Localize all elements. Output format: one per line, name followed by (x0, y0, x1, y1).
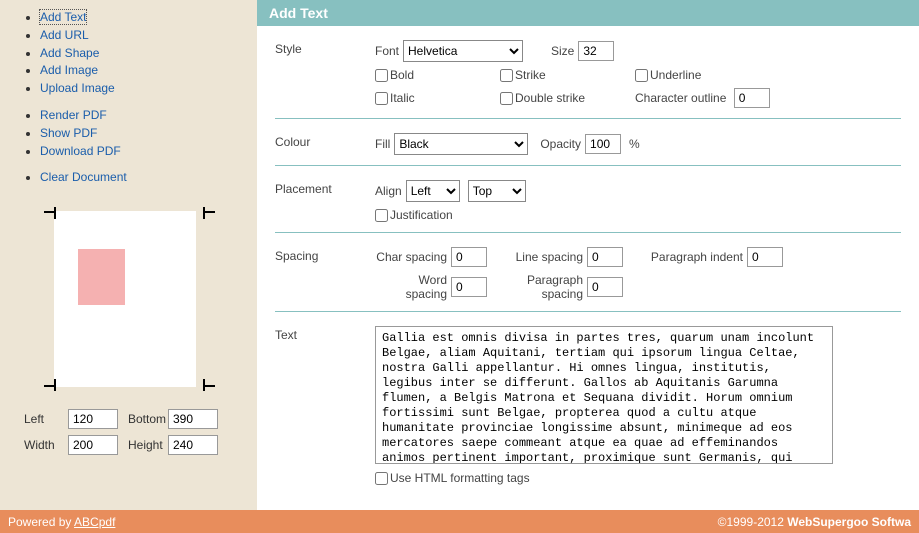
double-strike-checkbox[interactable] (500, 92, 513, 105)
preview-area (36, 211, 241, 387)
text-textarea[interactable] (375, 326, 833, 464)
size-input[interactable] (578, 41, 614, 61)
align-v-select[interactable]: Top (468, 180, 526, 202)
width-label: Width (24, 438, 68, 452)
html-tags-checkbox[interactable] (375, 472, 388, 485)
para-spacing-label: Paragraph spacing (487, 273, 583, 301)
bold-checkbox[interactable] (375, 69, 388, 82)
double-strike-label: Double strike (515, 91, 585, 105)
preview-rect (78, 249, 125, 305)
bottom-input[interactable] (168, 409, 218, 429)
justification-checkbox[interactable] (375, 209, 388, 222)
placement-section-label: Placement (275, 180, 375, 222)
nav-show-pdf[interactable]: Show PDF (40, 126, 97, 140)
nav-add-shape[interactable]: Add Shape (40, 46, 99, 60)
sidebar: Add Text Add URL Add Shape Add Image Upl… (0, 0, 257, 510)
opacity-label: Opacity (540, 137, 581, 151)
char-spacing-label: Char spacing (375, 250, 447, 264)
left-input[interactable] (68, 409, 118, 429)
bold-label: Bold (390, 68, 414, 82)
opacity-input[interactable] (585, 134, 621, 154)
outline-input[interactable] (734, 88, 770, 108)
nav-upload-image[interactable]: Upload Image (40, 81, 115, 95)
font-select[interactable]: Helvetica (403, 40, 523, 62)
style-section-label: Style (275, 40, 375, 108)
align-label: Align (375, 184, 402, 198)
align-h-select[interactable]: Left (406, 180, 460, 202)
powered-by-link[interactable]: ABCpdf (74, 515, 115, 529)
italic-checkbox[interactable] (375, 92, 388, 105)
width-input[interactable] (68, 435, 118, 455)
underline-label: Underline (650, 68, 701, 82)
coords-panel: Left Bottom Width Height (24, 409, 257, 455)
colour-section-label: Colour (275, 133, 375, 155)
crop-corner-bl (42, 379, 56, 393)
crop-corner-tl (42, 205, 56, 219)
nav-clear-document[interactable]: Clear Document (40, 170, 127, 184)
copyright: ©1999-2012 (718, 515, 788, 529)
spacing-section-label: Spacing (275, 247, 375, 301)
height-label: Height (128, 438, 168, 452)
fill-label: Fill (375, 137, 390, 151)
line-spacing-label: Line spacing (487, 250, 583, 264)
bottom-label: Bottom (128, 412, 168, 426)
crop-corner-br (203, 379, 217, 393)
para-indent-input[interactable] (747, 247, 783, 267)
para-indent-label: Paragraph indent (623, 250, 743, 264)
para-spacing-input[interactable] (587, 277, 623, 297)
height-input[interactable] (168, 435, 218, 455)
powered-by-prefix: Powered by (8, 515, 74, 529)
underline-checkbox[interactable] (635, 69, 648, 82)
font-label: Font (375, 44, 399, 58)
justification-label: Justification (390, 208, 453, 222)
word-spacing-label: Word spacing (375, 273, 447, 301)
line-spacing-input[interactable] (587, 247, 623, 267)
opacity-pct: % (629, 137, 640, 151)
outline-label: Character outline (635, 91, 726, 105)
nav-render-pdf[interactable]: Render PDF (40, 108, 107, 122)
left-label: Left (24, 412, 68, 426)
text-section-label: Text (275, 326, 375, 485)
company-name: WebSupergoo Softwa (787, 515, 911, 529)
strike-label: Strike (515, 68, 546, 82)
nav-add-text[interactable]: Add Text (40, 10, 86, 24)
nav-add-url[interactable]: Add URL (40, 28, 89, 42)
fill-select[interactable]: Black (394, 133, 528, 155)
nav-add-image[interactable]: Add Image (40, 63, 98, 77)
preview-page (54, 211, 196, 387)
char-spacing-input[interactable] (451, 247, 487, 267)
html-tags-label: Use HTML formatting tags (390, 471, 530, 485)
panel-title: Add Text (257, 0, 919, 26)
size-label: Size (551, 44, 574, 58)
italic-label: Italic (390, 91, 415, 105)
crop-corner-tr (203, 205, 217, 219)
footer: Powered by ABCpdf ©1999-2012 WebSupergoo… (0, 510, 919, 533)
main-panel: Add Text Style Font Helvetica Size Bold … (257, 0, 919, 510)
word-spacing-input[interactable] (451, 277, 487, 297)
strike-checkbox[interactable] (500, 69, 513, 82)
nav-download-pdf[interactable]: Download PDF (40, 144, 121, 158)
